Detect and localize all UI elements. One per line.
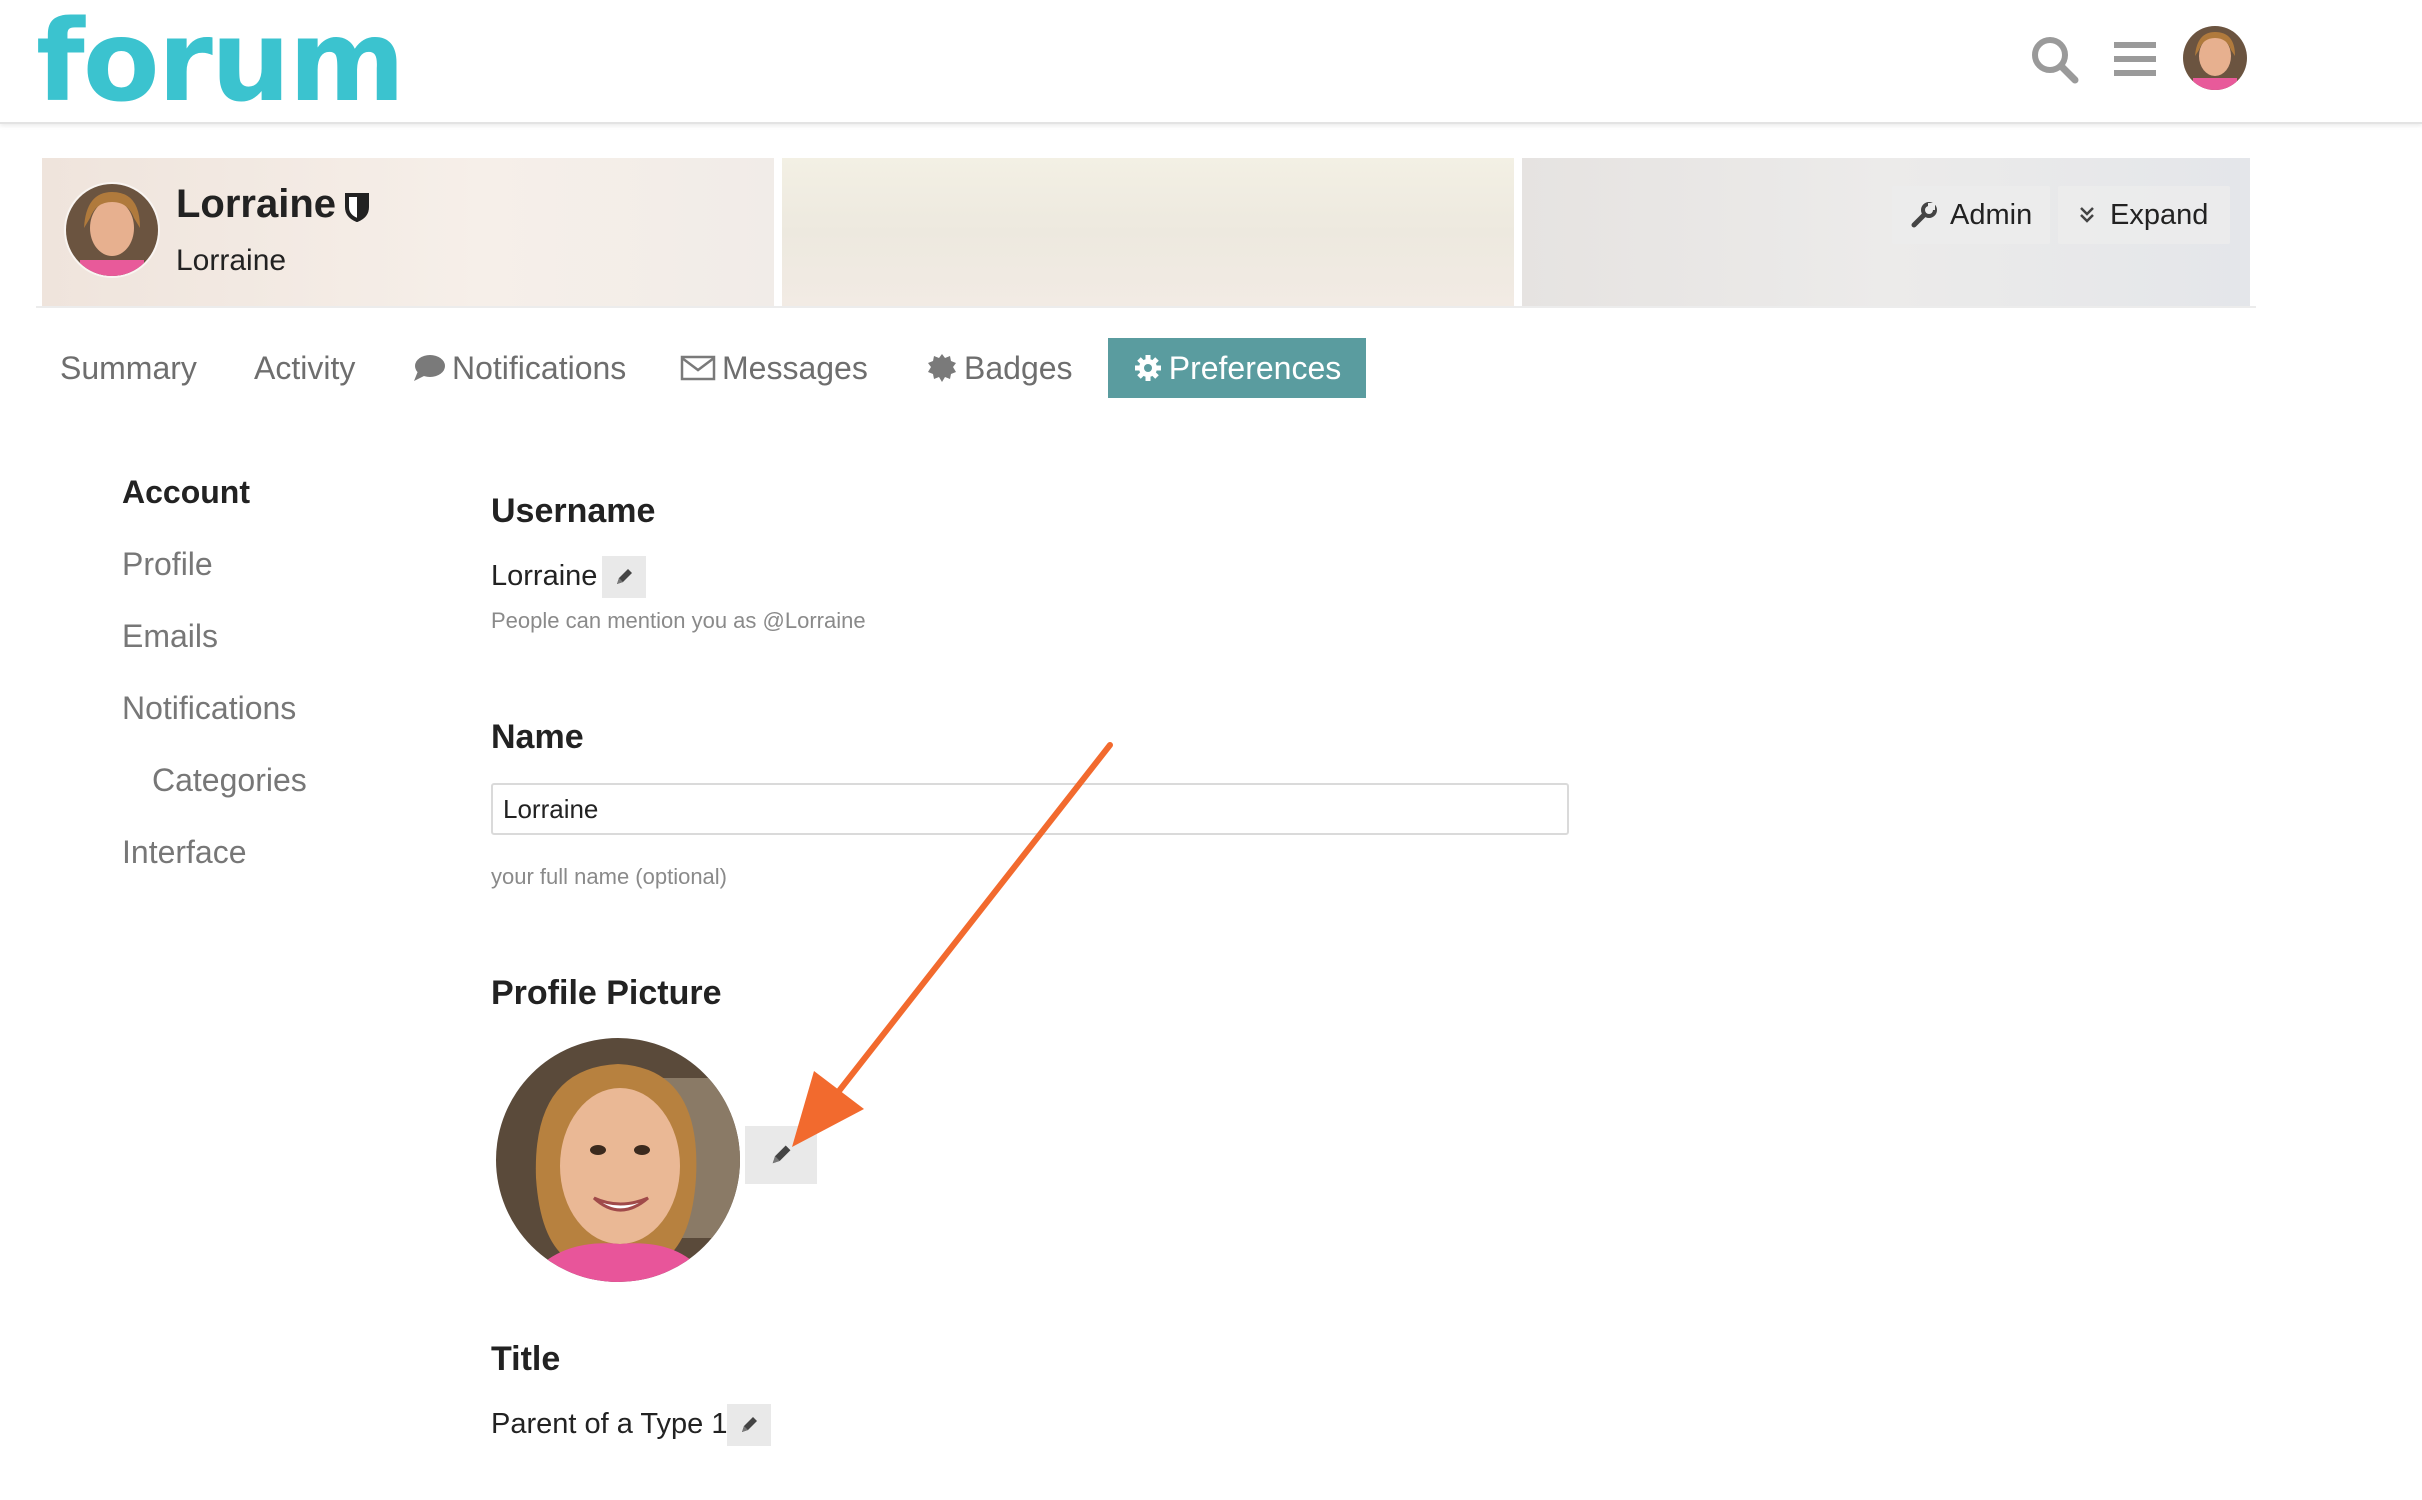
tab-label: Badges [964, 349, 1073, 386]
name-help-text: your full name (optional) [491, 864, 728, 889]
badge-certificate-icon [928, 354, 956, 382]
tab-messages[interactable]: Messages [680, 338, 868, 398]
username-value: Lorraine [491, 560, 598, 592]
profile-full-name: Lorraine [176, 244, 287, 277]
banner-image-tile [782, 158, 1514, 306]
tab-notifications[interactable]: Notifications [412, 338, 626, 398]
tab-preferences[interactable]: Preferences [1108, 338, 1366, 398]
user-avatar[interactable] [2183, 26, 2247, 90]
profile-picture-heading: Profile Picture [491, 974, 722, 1012]
tab-label: Summary [60, 349, 197, 386]
expand-button-label: Expand [2110, 198, 2209, 231]
gear-icon [1134, 355, 1161, 381]
expand-button[interactable]: Expand [2058, 186, 2230, 244]
profile-picture [496, 1038, 740, 1282]
sidebar-item-emails[interactable]: Emails [122, 618, 218, 655]
double-chevron-down-icon [2080, 207, 2094, 223]
tab-activity[interactable]: Activity [254, 338, 355, 398]
sidebar-item-notifications[interactable]: Notifications [122, 690, 296, 727]
profile-banner: Lorraine Lorraine Admin Expand [42, 158, 2250, 306]
forum-logo[interactable]: forum [36, 6, 405, 118]
hamburger-menu-icon[interactable] [2106, 30, 2166, 90]
search-icon[interactable] [2025, 30, 2085, 90]
tab-label: Activity [254, 349, 356, 386]
username-heading: Username [491, 492, 656, 530]
username-help-text: People can mention you as @Lorraine [491, 608, 866, 633]
envelope-icon [680, 355, 716, 381]
title-value: Parent of a Type 1 [491, 1408, 728, 1440]
banner-divider [36, 306, 2256, 308]
admin-button[interactable]: Admin [1892, 186, 2050, 244]
sidebar-item-categories[interactable]: Categories [152, 762, 307, 799]
edit-username-button[interactable] [602, 556, 646, 598]
profile-username: Lorraine [176, 182, 337, 226]
tab-label: Notifications [452, 349, 627, 386]
name-heading: Name [491, 718, 584, 756]
moderator-shield-icon [345, 193, 369, 222]
speech-bubble-icon [414, 355, 445, 381]
title-heading: Title [491, 1340, 561, 1378]
tab-badges[interactable]: Badges [926, 338, 1073, 398]
tab-label: Messages [722, 349, 868, 386]
site-header: forum [0, 0, 2422, 124]
edit-title-button[interactable] [727, 1404, 771, 1446]
annotation-arrow [792, 742, 1113, 1147]
pencil-icon [617, 569, 632, 584]
sidebar-item-profile[interactable]: Profile [122, 546, 213, 583]
profile-avatar [64, 182, 160, 278]
admin-button-label: Admin [1950, 198, 2033, 231]
sidebar-item-account[interactable]: Account [122, 474, 250, 511]
wrench-icon [1911, 202, 1937, 228]
tab-summary[interactable]: Summary [60, 338, 197, 398]
sidebar-item-interface[interactable]: Interface [122, 834, 247, 871]
tab-label: Preferences [1168, 349, 1342, 386]
pencil-icon [742, 1417, 757, 1432]
